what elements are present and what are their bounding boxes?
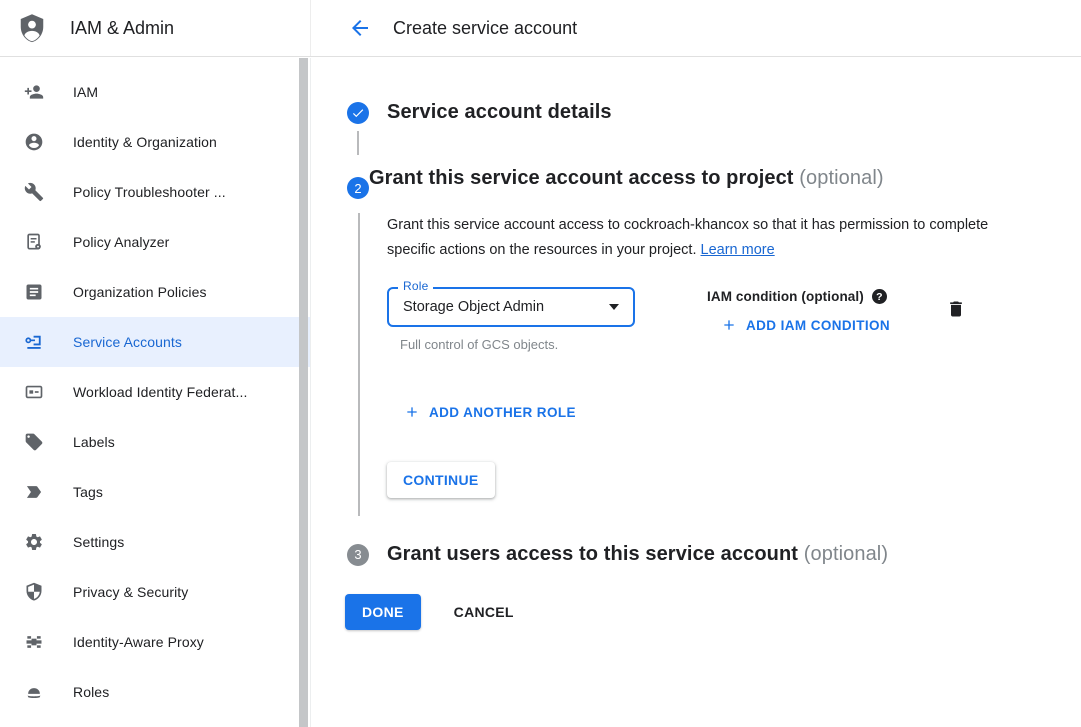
sidebar-item-identity-aware-proxy[interactable]: Identity-Aware Proxy bbox=[0, 617, 310, 667]
wrench-icon bbox=[24, 182, 44, 202]
add-another-role-button[interactable]: ADD ANOTHER ROLE bbox=[404, 404, 576, 420]
gear-icon bbox=[24, 532, 44, 552]
create-service-account-panel: Service account details 2 Grant this ser… bbox=[312, 58, 1081, 727]
add-iam-condition-button[interactable]: ADD IAM CONDITION bbox=[721, 317, 890, 333]
plus-icon bbox=[404, 404, 429, 420]
card-icon bbox=[24, 382, 44, 402]
step-2-title: Grant this service account access to pro… bbox=[369, 167, 794, 189]
sidebar-item-organization-policies[interactable]: Organization Policies bbox=[0, 267, 310, 317]
sidebar-item-label: Workload Identity Federat... bbox=[73, 384, 248, 400]
top-header: IAM & Admin Create service account bbox=[0, 0, 1081, 57]
sidebar-item-tags[interactable]: Tags bbox=[0, 467, 310, 517]
step-2-description-text: Grant this service account access to coc… bbox=[387, 217, 988, 258]
trash-icon bbox=[946, 299, 966, 319]
role-field: Role Storage Object Admin Full control o… bbox=[387, 287, 635, 352]
sidebar-item-settings[interactable]: Settings bbox=[0, 517, 310, 567]
shield-quartered-icon bbox=[24, 582, 44, 602]
step-3-title: Grant users access to this service accou… bbox=[387, 543, 798, 565]
sidebar-item-label: Service Accounts bbox=[73, 334, 182, 350]
step-1-service-account-details: Service account details bbox=[347, 101, 1081, 124]
learn-more-link[interactable]: Learn more bbox=[701, 242, 775, 258]
sidebar-item-label: IAM bbox=[73, 84, 98, 100]
add-iam-condition-label: ADD IAM CONDITION bbox=[746, 318, 890, 333]
step-2-optional-suffix: (optional) bbox=[799, 167, 883, 189]
page-header: Create service account bbox=[311, 0, 1081, 56]
step-connector bbox=[357, 131, 359, 155]
page-title: Create service account bbox=[393, 18, 577, 39]
back-button[interactable] bbox=[348, 16, 372, 40]
step-3-optional-suffix: (optional) bbox=[804, 543, 888, 565]
role-dropdown-value: Storage Object Admin bbox=[403, 299, 544, 315]
sidebar-item-label: Settings bbox=[73, 534, 124, 550]
role-dropdown[interactable]: Storage Object Admin bbox=[387, 287, 635, 327]
sidebar: IAM Identity & Organization Policy Troub… bbox=[0, 58, 311, 727]
help-icon[interactable]: ? bbox=[872, 289, 887, 304]
role-field-label: Role bbox=[398, 279, 433, 293]
sidebar-item-service-accounts[interactable]: Service Accounts bbox=[0, 317, 310, 367]
sidebar-item-label: Tags bbox=[73, 484, 103, 500]
step-3-grant-users-access: 3 Grant users access to this service acc… bbox=[347, 543, 1081, 566]
role-helper-text: Full control of GCS objects. bbox=[387, 337, 635, 352]
sidebar-item-label: Policy Analyzer bbox=[73, 234, 169, 250]
sidebar-item-label: Roles bbox=[73, 684, 109, 700]
sidebar-item-label: Labels bbox=[73, 434, 115, 450]
iam-admin-shield-icon bbox=[17, 11, 47, 45]
account-circle-icon bbox=[24, 132, 44, 152]
sidebar-item-privacy-security[interactable]: Privacy & Security bbox=[0, 567, 310, 617]
plus-icon bbox=[721, 317, 746, 333]
step-1-title: Service account details bbox=[387, 101, 612, 124]
step-2-grant-access: 2 Grant this service account access to p… bbox=[347, 163, 1081, 199]
arrow-left-icon bbox=[348, 16, 372, 40]
sidebar-item-label: Policy Troubleshooter ... bbox=[73, 184, 226, 200]
step-1-completed-check-icon bbox=[347, 102, 369, 124]
label-important-icon bbox=[24, 482, 44, 502]
step-2-description: Grant this service account access to coc… bbox=[387, 213, 1007, 263]
person-add-icon bbox=[24, 82, 44, 102]
iam-condition-label: IAM condition (optional) bbox=[707, 289, 864, 304]
add-another-role-label: ADD ANOTHER ROLE bbox=[429, 405, 576, 420]
hat-icon bbox=[24, 682, 44, 702]
step-2-number-badge: 2 bbox=[347, 177, 369, 199]
step-3-number-badge: 3 bbox=[347, 544, 369, 566]
sidebar-item-label: Identity-Aware Proxy bbox=[73, 634, 204, 650]
sidebar-item-label: Identity & Organization bbox=[73, 134, 217, 150]
chevron-down-icon bbox=[609, 304, 619, 310]
proxy-icon bbox=[24, 632, 44, 652]
sidebar-item-identity-organization[interactable]: Identity & Organization bbox=[0, 117, 310, 167]
cancel-button[interactable]: CANCEL bbox=[454, 604, 514, 620]
continue-button[interactable]: CONTINUE bbox=[387, 462, 495, 498]
done-button[interactable]: DONE bbox=[345, 594, 421, 630]
iam-condition-column: IAM condition (optional) ? ADD IAM CONDI… bbox=[707, 287, 890, 333]
sidebar-item-label: Organization Policies bbox=[73, 284, 207, 300]
scrollbar-thumb[interactable] bbox=[299, 58, 308, 727]
sidebar-item-policy-troubleshooter[interactable]: Policy Troubleshooter ... bbox=[0, 167, 310, 217]
app-title: IAM & Admin bbox=[70, 18, 174, 39]
service-account-key-icon bbox=[24, 332, 44, 352]
sidebar-item-label: Privacy & Security bbox=[73, 584, 188, 600]
role-row: Role Storage Object Admin Full control o… bbox=[387, 287, 1081, 352]
sidebar-item-policy-analyzer[interactable]: Policy Analyzer bbox=[0, 217, 310, 267]
sidebar-scrollbar[interactable] bbox=[298, 58, 309, 727]
sidebar-item-workload-identity-federation[interactable]: Workload Identity Federat... bbox=[0, 367, 310, 417]
article-icon bbox=[24, 282, 44, 302]
sidebar-item-iam[interactable]: IAM bbox=[0, 67, 310, 117]
step-2-body: Grant this service account access to coc… bbox=[358, 213, 1081, 516]
delete-role-button[interactable] bbox=[946, 299, 966, 319]
sidebar-item-labels[interactable]: Labels bbox=[0, 417, 310, 467]
app-header: IAM & Admin bbox=[0, 0, 311, 56]
document-gear-icon bbox=[24, 232, 44, 252]
form-actions: DONE CANCEL bbox=[345, 594, 1081, 630]
sidebar-item-roles[interactable]: Roles bbox=[0, 667, 310, 717]
tag-icon bbox=[24, 432, 44, 452]
